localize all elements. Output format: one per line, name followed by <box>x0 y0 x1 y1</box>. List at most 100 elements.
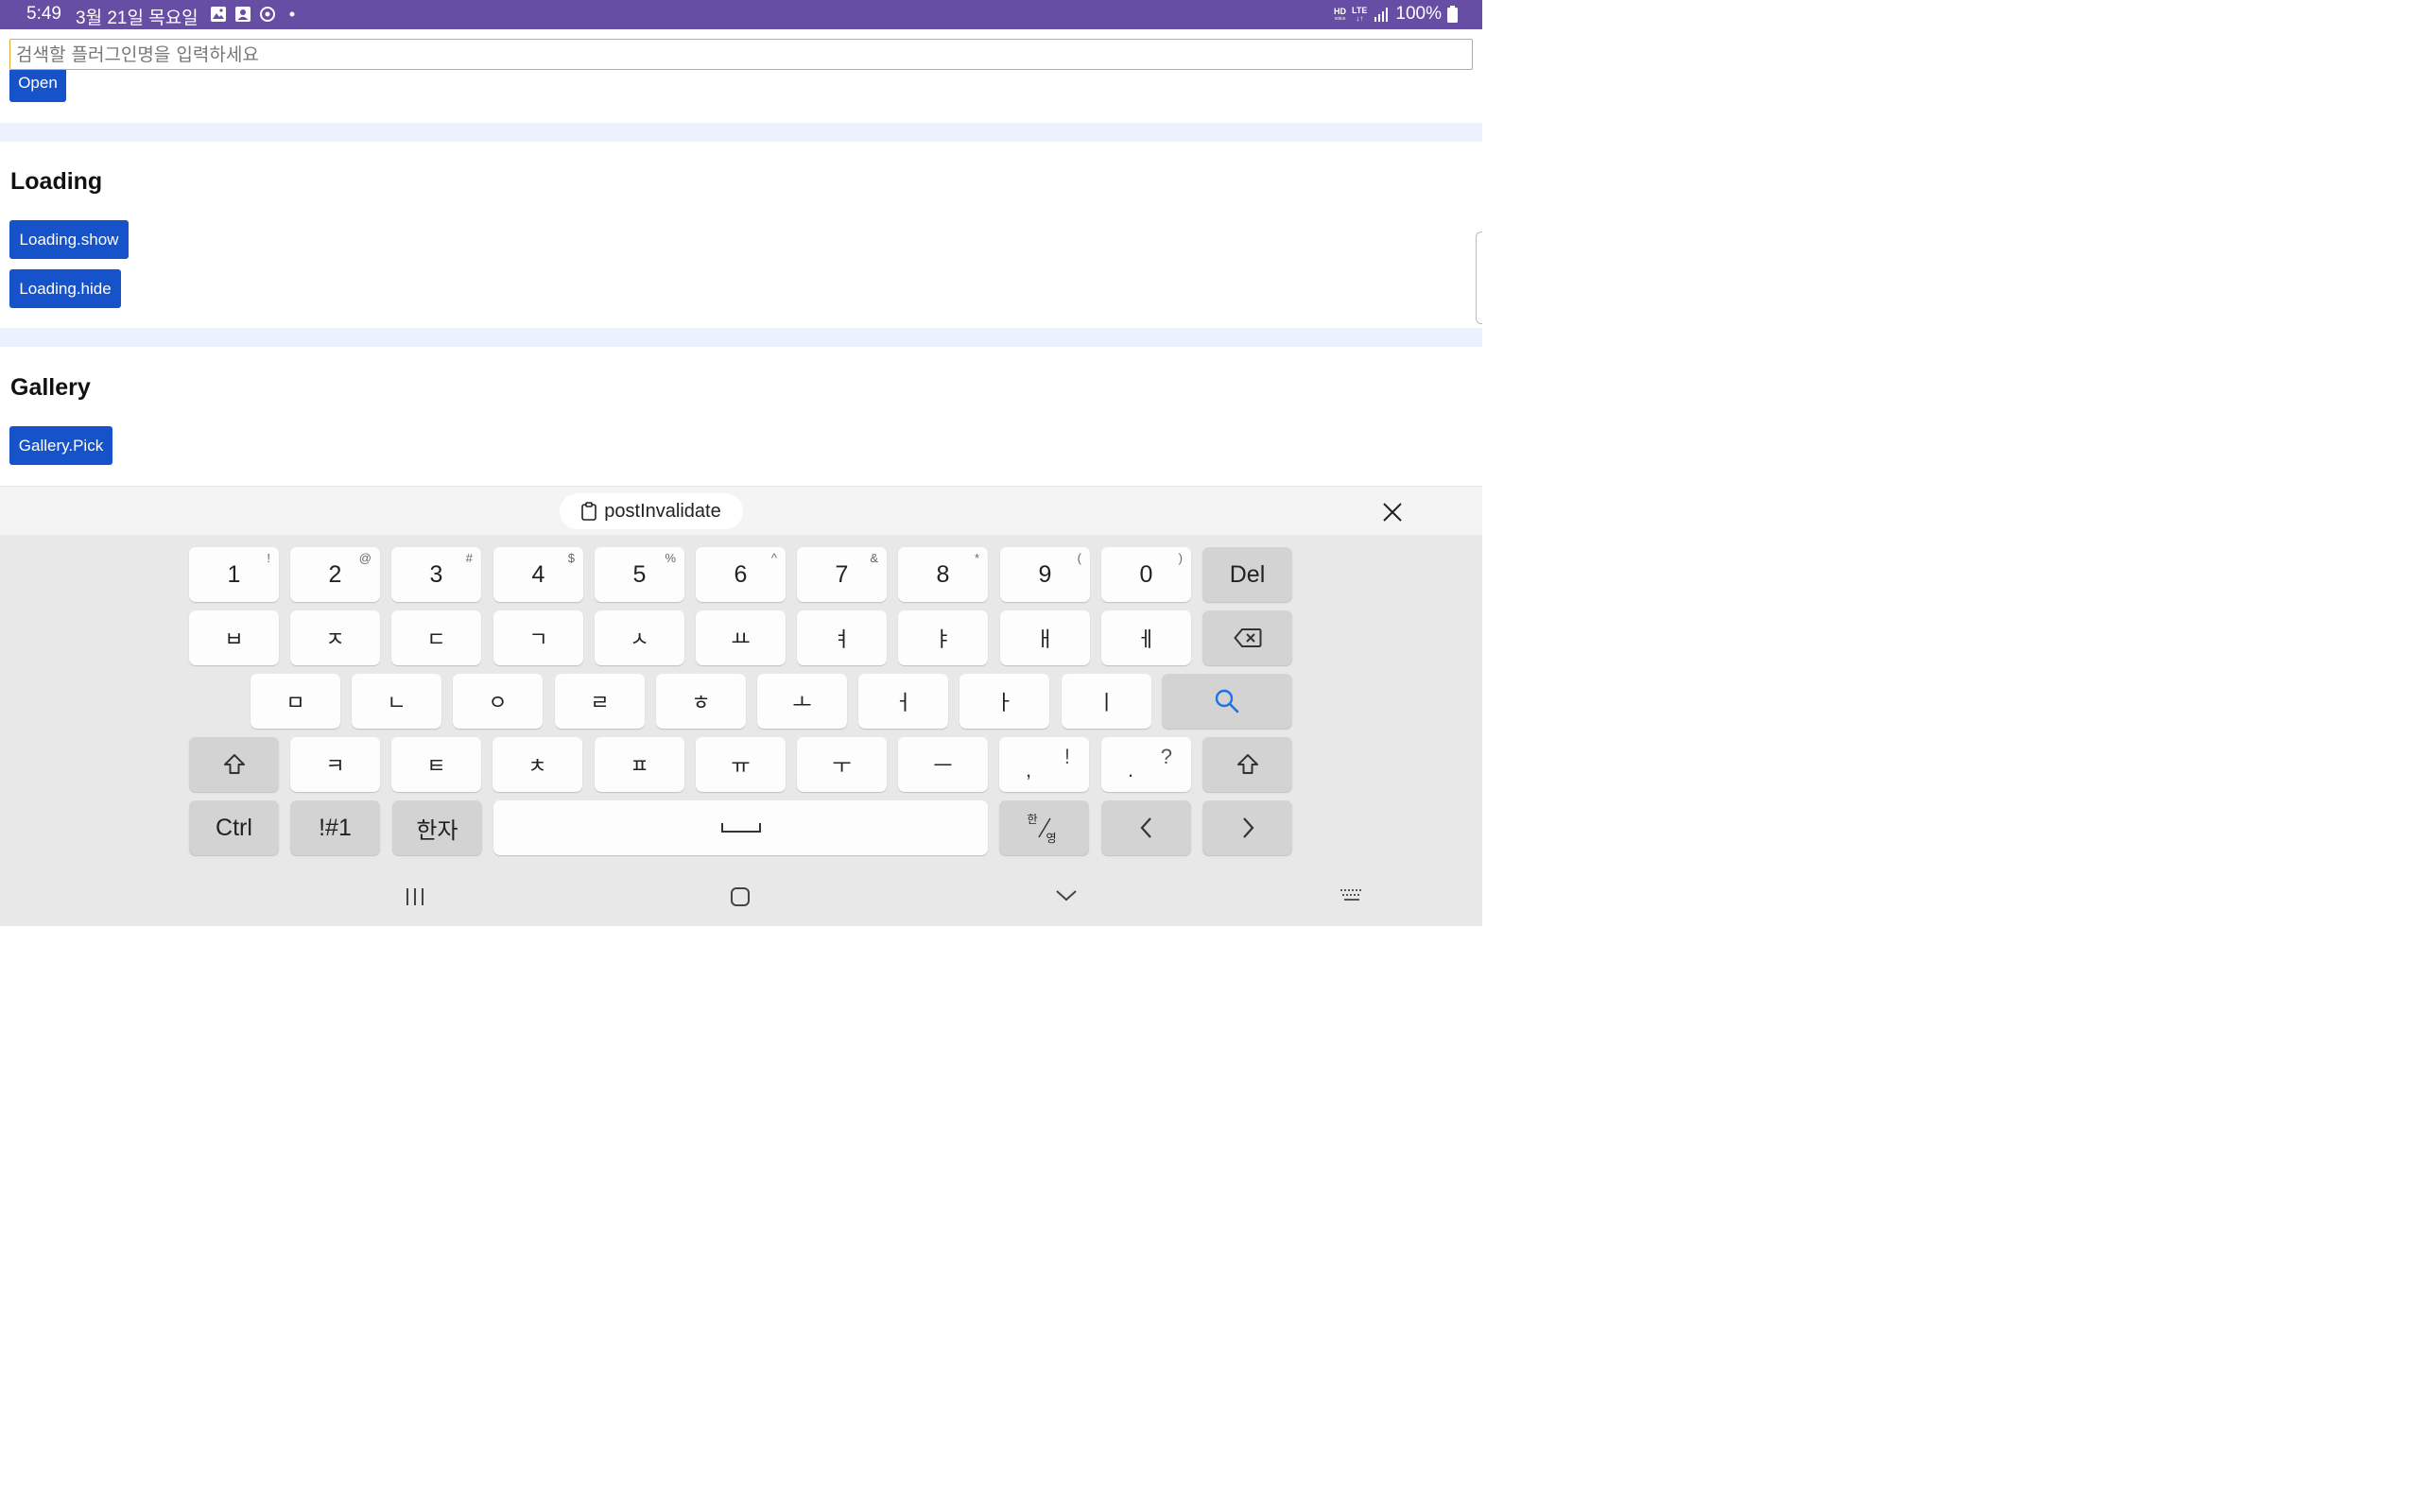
keyboard-switch-icon[interactable] <box>1340 888 1364 903</box>
key-row4-5[interactable]: ㅜ <box>797 737 887 792</box>
sync-notification-icon <box>260 7 275 22</box>
key-row2-7-label: ㅑ <box>933 628 953 652</box>
key-row2-4[interactable]: ㅅ <box>595 610 684 665</box>
key-row4-2[interactable]: ㅊ <box>493 737 582 792</box>
key-row4-4[interactable]: ㅠ <box>696 737 786 792</box>
space-key[interactable] <box>493 800 988 855</box>
key-row4-0[interactable]: ㅋ <box>290 737 380 792</box>
hanja-key[interactable]: 한자 <box>392 800 482 855</box>
contact-notification-icon <box>235 7 251 22</box>
key-row2-7[interactable]: ㅑ <box>898 610 988 665</box>
key-row2-2-label: ㄷ <box>426 628 446 652</box>
key-3[interactable]: 4 $ <box>493 547 583 602</box>
comma-key-alt: ! <box>1063 745 1070 768</box>
hide-keyboard-icon[interactable] <box>1055 888 1078 903</box>
key-row2-3[interactable]: ㄱ <box>493 610 583 665</box>
key-6-label: 7 <box>835 560 849 588</box>
key-8[interactable]: 9( <box>1000 547 1090 602</box>
symbols-key[interactable]: !#1 <box>290 800 380 855</box>
key-row4-0-label: ㅋ <box>325 755 345 779</box>
key-row2-9-label: ㅔ <box>1136 628 1156 652</box>
key-row4-1-label: ㅌ <box>426 755 446 779</box>
key-5[interactable]: 6 ^ <box>696 547 786 602</box>
key-row2-6[interactable]: ㅕ <box>797 610 887 665</box>
key-row3-2[interactable]: ㅇ <box>453 674 543 729</box>
search-key[interactable] <box>1162 674 1292 729</box>
del-key[interactable]: Del <box>1202 547 1292 602</box>
key-row2-5[interactable]: ㅛ <box>696 610 786 665</box>
key-3-label: 4 <box>531 560 545 588</box>
key-row3-3[interactable]: ㄹ <box>555 674 645 729</box>
shift-key-right[interactable] <box>1202 737 1292 792</box>
key-row2-1[interactable]: ㅈ <box>290 610 380 665</box>
backspace-key[interactable] <box>1202 610 1292 665</box>
clipboard-icon <box>581 502 597 521</box>
plugin-search-container <box>9 39 1473 70</box>
period-key[interactable]: ? . <box>1101 737 1191 792</box>
key-0[interactable]: 1! <box>189 547 279 602</box>
hd-voice-sub-label: voice <box>1334 15 1346 22</box>
edge-panel-handle[interactable] <box>1476 232 1482 324</box>
key-4-alt: % <box>665 551 676 565</box>
recent-apps-icon[interactable] <box>405 887 425 906</box>
key-row2-2[interactable]: ㄷ <box>391 610 481 665</box>
key-row4-6[interactable]: ㅡ <box>898 737 988 792</box>
gallery-pick-button[interactable]: Gallery.Pick <box>9 426 112 465</box>
chevron-right-icon <box>1242 817 1253 838</box>
signal-icon <box>1374 8 1389 22</box>
key-row3-4[interactable]: ㅎ <box>656 674 746 729</box>
clipboard-suggestion-text: postInvalidate <box>604 500 721 522</box>
key-2[interactable]: 3 # <box>391 547 481 602</box>
status-bar: 5:49 3월 21일 목요일 HD voice LTE ↓↑ 100% <box>0 0 1482 29</box>
key-row2-0[interactable]: ㅂ <box>189 610 279 665</box>
key-9-label: 0 <box>1139 560 1153 588</box>
loading-show-button[interactable]: Loading.show <box>9 220 129 259</box>
ctrl-key[interactable]: Ctrl <box>189 800 279 855</box>
plugin-search-input[interactable] <box>9 39 1473 70</box>
key-row2-8[interactable]: ㅐ <box>1000 610 1090 665</box>
cursor-right-key[interactable] <box>1202 800 1292 855</box>
space-icon <box>720 823 761 833</box>
comma-key[interactable]: ! , <box>999 737 1089 792</box>
section-divider <box>0 328 1482 347</box>
language-switch-key[interactable]: 한 영 <box>999 800 1089 855</box>
key-5-label: 6 <box>734 560 748 588</box>
open-button[interactable]: Open <box>9 70 66 102</box>
key-7[interactable]: 8 * <box>898 547 988 602</box>
key-row3-8[interactable]: ㅣ <box>1062 674 1151 729</box>
key-row4-5-label: ㅜ <box>832 755 852 779</box>
key-row3-5[interactable]: ㅗ <box>757 674 847 729</box>
key-1[interactable]: 2 @ <box>290 547 380 602</box>
key-6-alt: & <box>870 551 878 565</box>
key-row3-6[interactable]: ㅓ <box>858 674 948 729</box>
key-6[interactable]: 7 & <box>797 547 887 602</box>
system-icons: HD voice LTE ↓↑ 100% <box>1334 4 1458 25</box>
key-row3-0[interactable]: ㅁ <box>251 674 340 729</box>
loading-section-title: Loading <box>10 168 103 195</box>
key-row3-1[interactable]: ㄴ <box>352 674 441 729</box>
clipboard-suggestion-chip[interactable]: postInvalidate <box>560 493 743 529</box>
key-2-alt: # <box>465 551 473 565</box>
close-toolbar-icon[interactable] <box>1378 498 1407 526</box>
gallery-section-title: Gallery <box>10 374 91 401</box>
shift-key-left[interactable] <box>189 737 279 792</box>
key-4[interactable]: 5% <box>595 547 684 602</box>
section-divider <box>0 123 1482 142</box>
key-5-alt: ^ <box>770 551 777 565</box>
home-icon[interactable] <box>730 886 751 907</box>
key-row4-1[interactable]: ㅌ <box>391 737 481 792</box>
hd-voice-label: HD <box>1334 6 1347 16</box>
loading-show-label: Loading.show <box>19 230 119 249</box>
key-row4-3[interactable]: ㅍ <box>595 737 684 792</box>
key-row2-9[interactable]: ㅔ <box>1101 610 1191 665</box>
loading-hide-button[interactable]: Loading.hide <box>9 269 121 308</box>
key-row2-4-label: ㅅ <box>630 628 649 652</box>
ctrl-key-label: Ctrl <box>216 814 252 841</box>
period-key-label: . <box>1128 758 1134 782</box>
key-row3-7-label: ㅏ <box>994 692 1014 715</box>
keyboard-toolbar: postInvalidate <box>0 486 1482 536</box>
key-row2-5-label: ㅛ <box>731 628 751 652</box>
key-row3-7[interactable]: ㅏ <box>959 674 1049 729</box>
cursor-left-key[interactable] <box>1101 800 1191 855</box>
key-9[interactable]: 0) <box>1101 547 1191 602</box>
